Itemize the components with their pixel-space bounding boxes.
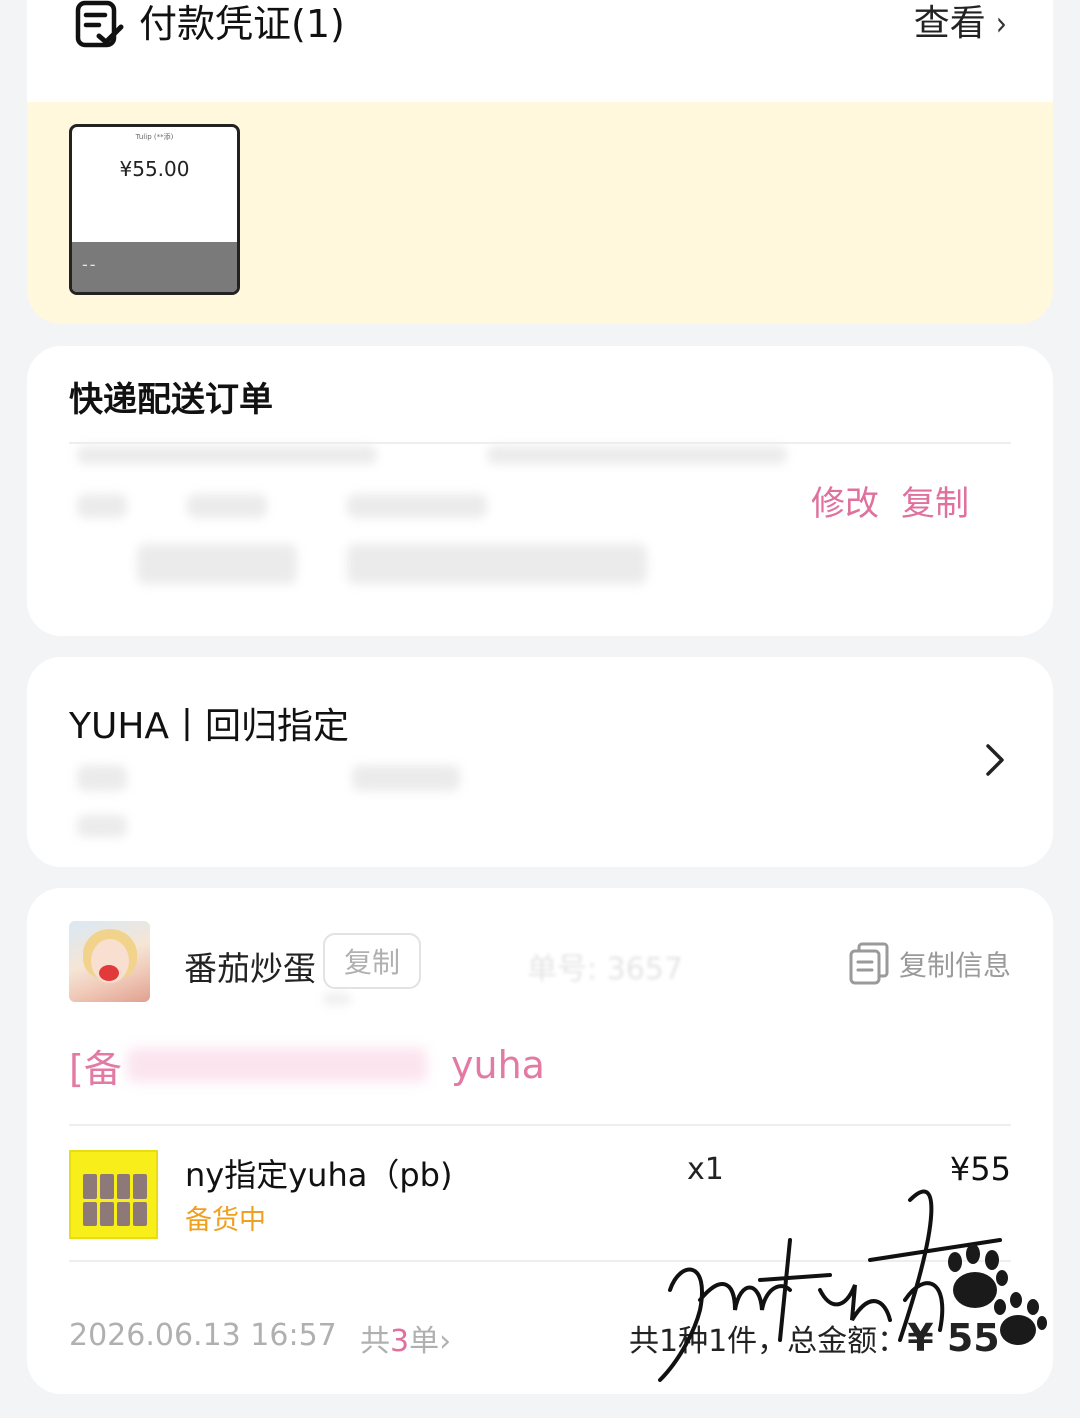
copy-document-icon bbox=[849, 942, 889, 985]
product-image[interactable] bbox=[69, 1150, 158, 1239]
address-actions: 修改 复制 bbox=[811, 476, 969, 525]
grid-cell bbox=[99, 1201, 114, 1226]
redacted-phone bbox=[347, 494, 487, 518]
stock-status-badge: 备货中 bbox=[185, 1205, 266, 1236]
count-suffix: 单› bbox=[409, 1324, 452, 1359]
thumbnail-footer: -- bbox=[72, 242, 237, 292]
divider bbox=[69, 1260, 1011, 1262]
product-price: ¥55 bbox=[949, 1150, 1011, 1188]
grid-cell bbox=[83, 1201, 97, 1226]
thumbnail-placeholder: -- bbox=[82, 255, 98, 274]
payment-voucher-card: 付款凭证(1) 查看 › Tulip (**添) ¥55.00 -- bbox=[27, 0, 1053, 324]
redacted-info bbox=[77, 765, 127, 791]
receipt-check-icon bbox=[75, 0, 124, 48]
order-number: 单号: 3657 bbox=[527, 952, 683, 987]
order-total: 共1种1件，总金额：¥ 55 bbox=[629, 1316, 1000, 1360]
order-card: 番茄炒蛋 复制 单号: 3657 复制信息 [备 yuha ny指定yuha（p… bbox=[27, 888, 1053, 1394]
voucher-title: 付款凭证(1) bbox=[139, 2, 345, 46]
copy-info-button[interactable]: 复制信息 bbox=[849, 942, 1011, 986]
remark-prefix: [备 bbox=[69, 1047, 122, 1091]
avatar bbox=[69, 921, 150, 1002]
product-quantity: x1 bbox=[687, 1152, 724, 1187]
grid-cell bbox=[116, 1201, 131, 1226]
avatar-flower bbox=[99, 965, 119, 981]
total-label: 共1种1件，总金额： bbox=[629, 1324, 908, 1359]
view-voucher-link[interactable]: 查看 › bbox=[914, 0, 1007, 48]
redacted-detail bbox=[347, 544, 647, 584]
express-title: 快递配送订单 bbox=[69, 380, 273, 420]
chevron-right-icon[interactable] bbox=[985, 743, 1005, 777]
divider bbox=[69, 1124, 1011, 1126]
voucher-body: Tulip (**添) ¥55.00 -- bbox=[27, 102, 1053, 324]
order-count-link[interactable]: 共3单› bbox=[360, 1316, 451, 1360]
redacted-name bbox=[187, 494, 267, 518]
product-name[interactable]: ny指定yuha（pb) bbox=[185, 1150, 452, 1196]
redacted-info bbox=[323, 994, 351, 1004]
count-number: 3 bbox=[390, 1324, 410, 1359]
remark-suffix: yuha bbox=[451, 1043, 545, 1087]
thumbnail-amount: ¥55.00 bbox=[119, 157, 190, 181]
redacted-address bbox=[487, 446, 787, 464]
group-buy-card[interactable]: YUHA丨回归指定 bbox=[27, 657, 1053, 867]
grid-cell bbox=[83, 1174, 97, 1199]
divider bbox=[69, 442, 1011, 444]
redacted-info bbox=[77, 815, 127, 837]
copy-address-button[interactable]: 复制 bbox=[901, 476, 969, 525]
chevron-right-icon: › bbox=[995, 3, 1007, 44]
copy-name-button[interactable]: 复制 bbox=[323, 933, 421, 989]
copy-info-label: 复制信息 bbox=[898, 949, 1011, 982]
count-prefix: 共 bbox=[360, 1324, 390, 1359]
buyer-name: 番茄炒蛋 bbox=[184, 949, 316, 988]
grid-cell bbox=[133, 1174, 147, 1199]
grid-cell bbox=[99, 1174, 114, 1199]
redacted-info bbox=[352, 765, 460, 791]
order-datetime: 2026.06.13 16:57 bbox=[69, 1318, 337, 1353]
express-delivery-card: 快递配送订单 修改 复制 bbox=[27, 346, 1053, 636]
thumbnail-header-text: Tulip (**添) bbox=[135, 133, 174, 141]
voucher-thumbnail[interactable]: Tulip (**添) ¥55.00 -- bbox=[69, 124, 240, 295]
group-title: YUHA丨回归指定 bbox=[69, 706, 350, 747]
redacted-detail bbox=[137, 544, 297, 584]
grid-cell bbox=[116, 1174, 131, 1199]
view-voucher-label: 查看 bbox=[913, 3, 986, 44]
product-photo-grid bbox=[83, 1174, 147, 1226]
redacted-name bbox=[77, 494, 127, 518]
edit-address-button[interactable]: 修改 bbox=[811, 476, 879, 525]
voucher-header: 付款凭证(1) 查看 › bbox=[27, 0, 1053, 72]
redacted-address bbox=[77, 446, 377, 464]
redacted-remark bbox=[127, 1048, 427, 1082]
total-amount: ¥ 55 bbox=[907, 1316, 1000, 1360]
grid-cell bbox=[133, 1201, 147, 1226]
